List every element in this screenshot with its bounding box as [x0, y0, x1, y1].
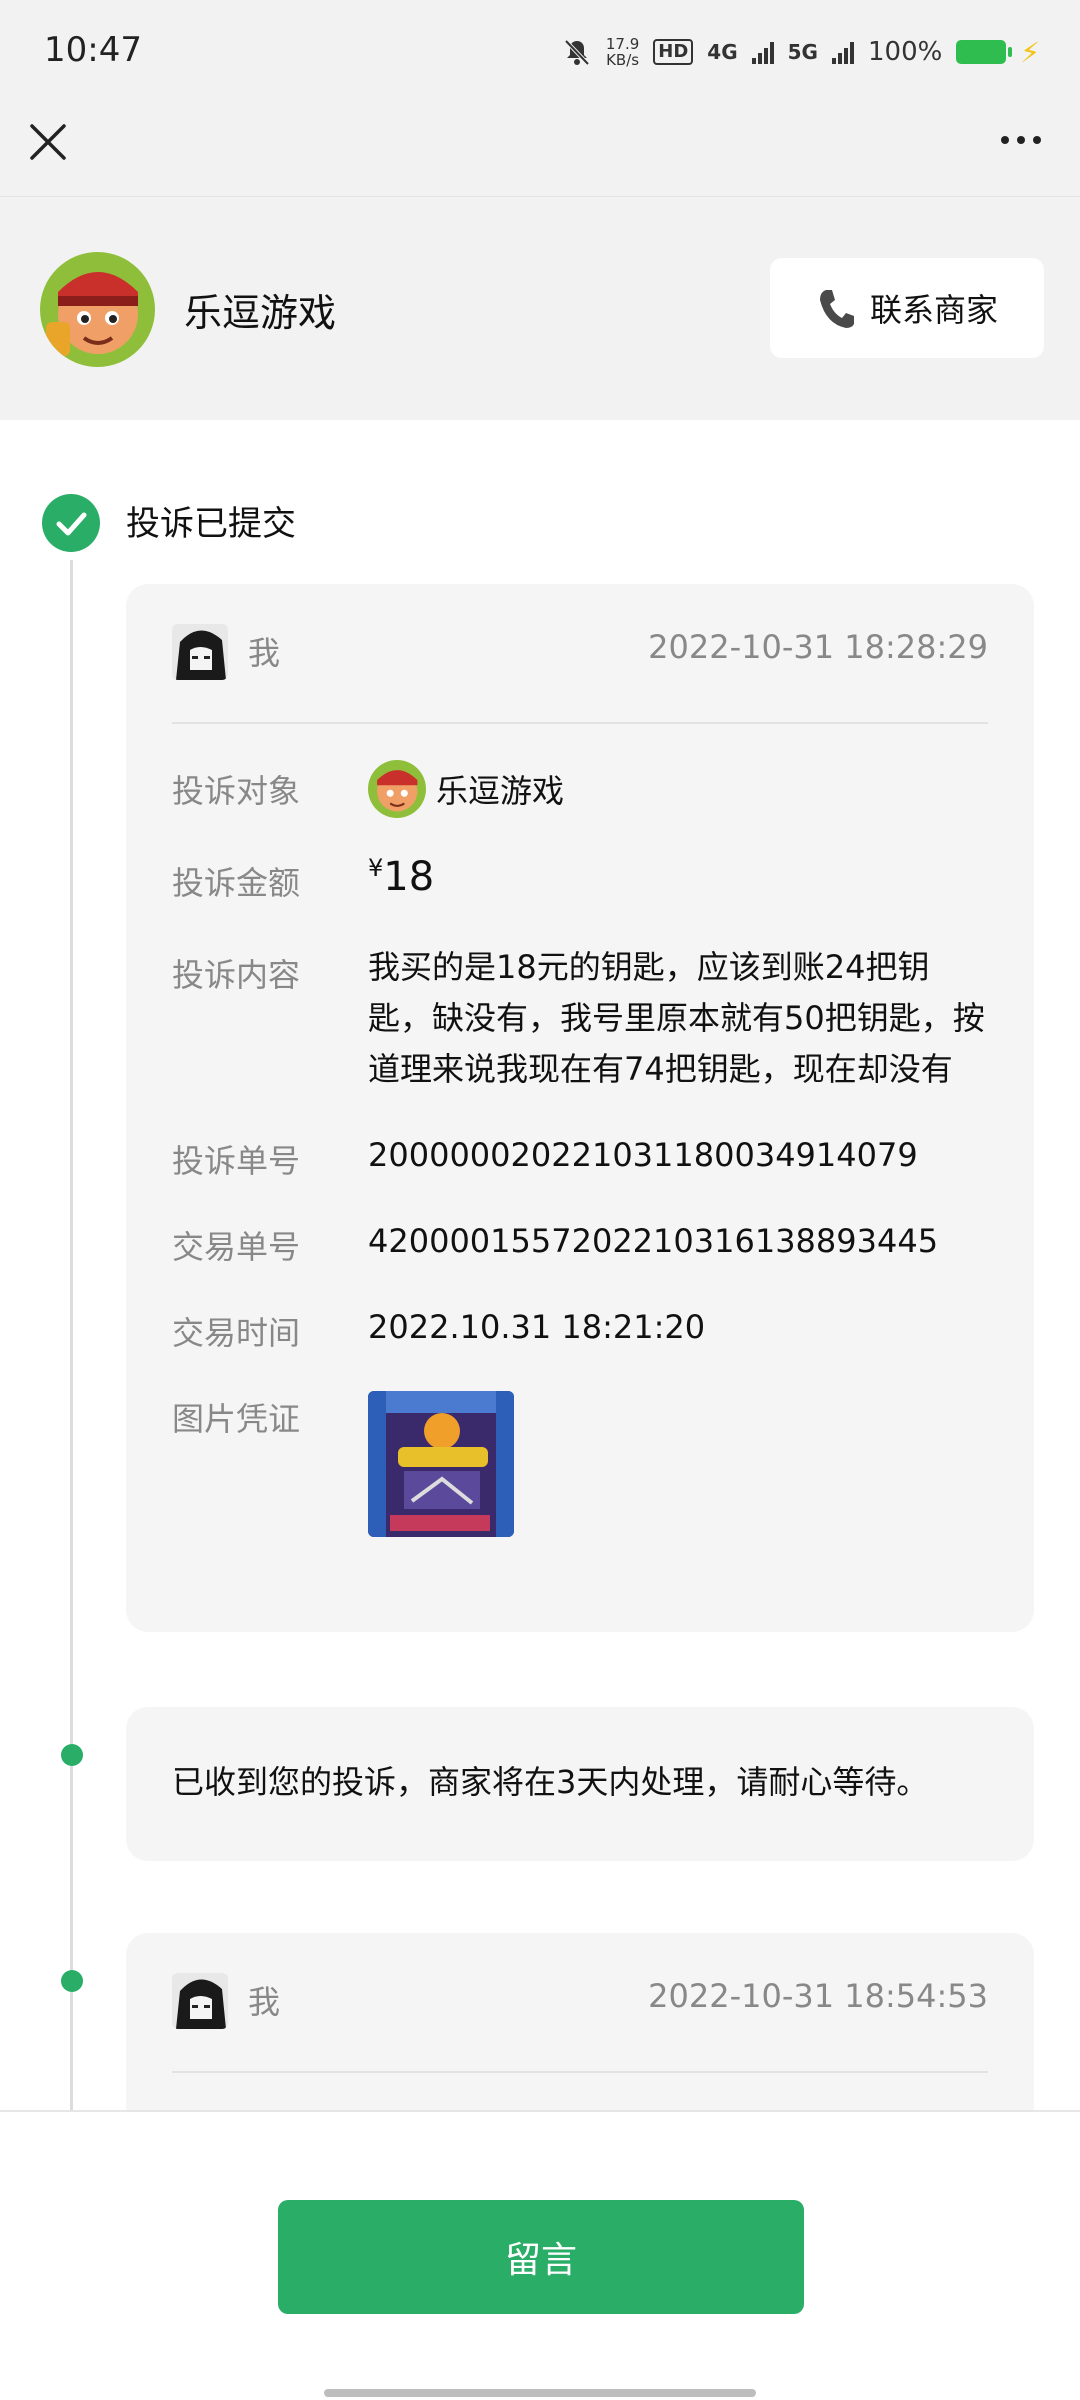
- merchant-name: 乐逗游戏: [184, 291, 337, 335]
- card-divider: [172, 722, 988, 724]
- bottom-action-bar: 留言: [0, 2110, 1080, 2400]
- submitted-check-icon: [42, 494, 100, 552]
- trade-no-value: 4200001557202210316138893445: [368, 1222, 939, 1260]
- more-dot: [1033, 136, 1041, 144]
- reply-time: 2022-10-31 18:54:53: [648, 1977, 988, 2015]
- more-dot: [1017, 136, 1025, 144]
- anime-avatar-icon: [172, 624, 228, 680]
- header-divider: [0, 196, 1080, 197]
- game-character-avatar-icon: [40, 252, 155, 367]
- contact-merchant-button[interactable]: 联系商家: [770, 258, 1044, 358]
- more-button[interactable]: [996, 128, 1046, 152]
- timeline-line: [70, 560, 73, 2110]
- user-name: 我: [248, 1983, 281, 2021]
- amount-number: 18: [383, 854, 435, 900]
- battery-percent: 100%: [867, 37, 943, 67]
- amount-value: ¥18: [368, 854, 434, 900]
- user-name: 我: [248, 634, 281, 672]
- merchant-avatar[interactable]: [40, 252, 155, 367]
- signal-4g-icon: [751, 40, 774, 64]
- close-icon: [30, 124, 66, 160]
- trade-time-value: 2022.10.31 18:21:20: [368, 1308, 706, 1346]
- network-5g-label: 5G: [787, 40, 818, 64]
- net-speed-unit: KB/s: [606, 51, 640, 69]
- net-speed: 17.9 KB/s: [606, 36, 639, 68]
- complaint-time: 2022-10-31 18:28:29: [648, 628, 988, 666]
- game-screenshot-image: [368, 1391, 514, 1537]
- card-divider: [172, 2071, 988, 2073]
- merchant-row: 乐逗游戏 联系商家: [0, 240, 1080, 370]
- user-avatar: [172, 624, 228, 680]
- status-bar: 10:47 17.9 KB/s HD 4G 5G 100% ⚡: [0, 0, 1080, 100]
- trade-no-label: 交易单号: [172, 1228, 301, 1266]
- step-title: 投诉已提交: [126, 504, 296, 544]
- trade-time-label: 交易时间: [172, 1314, 301, 1352]
- signal-5g-icon: [831, 40, 854, 64]
- content-value: 我买的是18元的钥匙，应该到账24把钥匙，缺没有，我号里原本就有50把钥匙，按道…: [368, 948, 985, 1088]
- timeline-dot: [61, 1744, 83, 1766]
- evidence-label: 图片凭证: [172, 1400, 301, 1438]
- amount-label: 投诉金额: [172, 864, 301, 902]
- leave-message-button[interactable]: 留言: [278, 2200, 804, 2314]
- header-area: 10:47 17.9 KB/s HD 4G 5G 100% ⚡ 乐逗游戏 联系商…: [0, 0, 1080, 420]
- network-4g-label: 4G: [707, 40, 738, 64]
- content-label: 投诉内容: [172, 956, 301, 994]
- currency-symbol: ¥: [368, 854, 384, 882]
- charging-icon: ⚡: [1020, 35, 1040, 69]
- evidence-thumbnail[interactable]: [368, 1391, 514, 1537]
- timeline-dot: [61, 1970, 83, 1992]
- notice-text: 已收到您的投诉，商家将在3天内处理，请耐心等待。: [172, 1763, 929, 1801]
- complaint-card: 我 2022-10-31 18:28:29 投诉对象 乐逗游戏 投诉金额 ¥18…: [126, 584, 1034, 1632]
- home-indicator[interactable]: [324, 2389, 756, 2397]
- complaint-detail-page: 10:47 17.9 KB/s HD 4G 5G 100% ⚡ 乐逗游戏 联系商…: [0, 0, 1080, 2400]
- more-dot: [1001, 136, 1009, 144]
- status-time: 10:47: [44, 30, 142, 70]
- target-value: 乐逗游戏: [436, 772, 565, 810]
- mute-bell-icon: [564, 39, 590, 66]
- target-label: 投诉对象: [172, 772, 301, 810]
- anime-avatar-icon: [172, 1973, 228, 2029]
- target-merchant-logo: [368, 760, 426, 818]
- contact-merchant-label: 联系商家: [869, 291, 998, 329]
- hd-badge: HD: [653, 39, 694, 65]
- battery-icon: [956, 40, 1013, 64]
- game-character-avatar-icon: [368, 760, 426, 818]
- complaint-no-label: 投诉单号: [172, 1142, 301, 1180]
- notice-card: 已收到您的投诉，商家将在3天内处理，请耐心等待。: [126, 1707, 1034, 1861]
- net-speed-value: 17.9: [605, 35, 640, 53]
- phone-icon: [819, 290, 854, 328]
- user-avatar: [172, 1973, 228, 2029]
- complaint-no-value: 200000020221031180034914079: [368, 1136, 918, 1174]
- nav-bar: [0, 100, 1080, 196]
- close-button[interactable]: [24, 118, 72, 166]
- status-icons: 17.9 KB/s HD 4G 5G 100% ⚡: [562, 32, 1040, 72]
